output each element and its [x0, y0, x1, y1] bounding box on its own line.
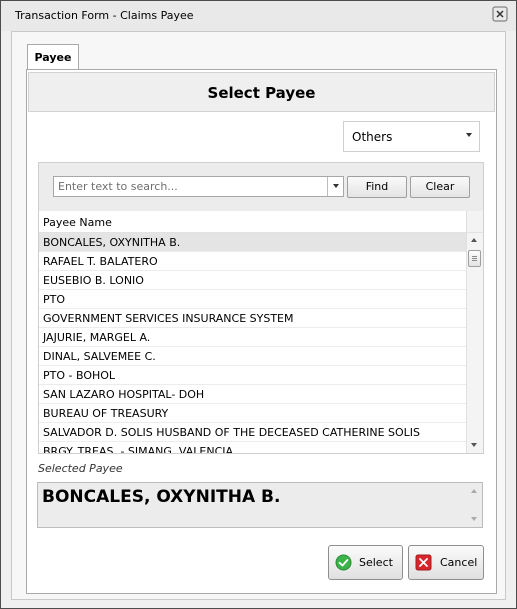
column-header-label: Payee Name [43, 216, 112, 229]
payee-name-cell: SAN LAZARO HOSPITAL- DOH [43, 388, 205, 401]
payee-name-cell: PTO [43, 293, 66, 306]
search-divider [327, 177, 328, 196]
column-header-filler [466, 211, 483, 233]
scroll-thumb[interactable] [468, 250, 481, 267]
table-row[interactable]: JAJURIE, MARGEL A. [39, 328, 466, 347]
grip-line [472, 258, 477, 259]
window-title: Transaction Form - Claims Payee [15, 9, 194, 22]
close-icon[interactable] [492, 6, 508, 22]
table-row[interactable]: SAN LAZARO HOSPITAL- DOH [39, 385, 466, 404]
tab-payee[interactable]: Payee [27, 44, 79, 70]
search-band: Find Clear [39, 163, 483, 211]
find-button[interactable]: Find [347, 176, 407, 198]
check-icon [335, 554, 352, 571]
chevron-down-icon[interactable] [333, 184, 339, 188]
search-input[interactable] [56, 178, 328, 195]
payee-grid: Find Clear Payee Name BONCALES, OXYNITHA… [38, 162, 484, 454]
cancel-button[interactable]: Cancel [408, 545, 484, 580]
selected-payee-label: Selected Payee [38, 462, 123, 475]
payee-name-cell: SALVADOR D. SOLIS HUSBAND OF THE DECEASE… [43, 426, 421, 439]
scroll-up-icon[interactable] [471, 238, 477, 242]
table-row[interactable]: PTO [39, 290, 466, 309]
payee-name-cell: PTO - BOHOL [43, 369, 116, 382]
scroll-up-icon[interactable] [471, 489, 477, 493]
table-row[interactable]: EUSEBIO B. LONIO [39, 271, 466, 290]
payee-name-cell: BONCALES, OXYNITHA B. [43, 236, 181, 249]
grip-line [472, 260, 477, 261]
selected-payee-value: BONCALES, OXYNITHA B. [42, 487, 281, 507]
table-row[interactable]: SALVADOR D. SOLIS HUSBAND OF THE DECEASE… [39, 423, 466, 442]
table-row[interactable]: PTO - BOHOL [39, 366, 466, 385]
payee-list: BONCALES, OXYNITHA B. RAFAEL T. BALATERO… [39, 233, 466, 453]
payee-name-cell: DINAL, SALVEMEE C. [43, 350, 156, 363]
payee-name-cell: JAJURIE, MARGEL A. [43, 331, 151, 344]
table-row[interactable]: BUREAU OF TREASURY [39, 404, 466, 423]
scroll-down-icon[interactable] [471, 517, 477, 521]
payee-type-dropdown[interactable]: Others [343, 121, 480, 152]
select-button-label: Select [359, 556, 393, 569]
selected-payee-scrollbar[interactable] [466, 483, 482, 527]
table-row[interactable]: BONCALES, OXYNITHA B. [39, 233, 466, 252]
search-combo[interactable] [53, 176, 344, 197]
scroll-down-icon[interactable] [471, 443, 477, 447]
title-bar[interactable]: Transaction Form - Claims Payee [1, 1, 516, 31]
cancel-icon [415, 554, 432, 571]
column-header-payee-name[interactable]: Payee Name [39, 211, 466, 233]
payee-name-cell: RAFAEL T. BALATERO [43, 255, 158, 268]
select-button[interactable]: Select [328, 545, 403, 580]
grid-scrollbar[interactable] [466, 233, 483, 453]
table-row[interactable]: GOVERNMENT SERVICES INSURANCE SYSTEM [39, 309, 466, 328]
clear-button[interactable]: Clear [410, 176, 470, 198]
page-title: Select Payee [207, 84, 316, 102]
payee-name-cell: BUREAU OF TREASURY [43, 407, 169, 420]
table-row[interactable]: DINAL, SALVEMEE C. [39, 347, 466, 366]
payee-name-cell: BRGY. TREAS. - SIMANG, VALENCIA [43, 445, 234, 453]
payee-type-value: Others [352, 130, 393, 144]
payee-name-cell: EUSEBIO B. LONIO [43, 274, 144, 287]
cancel-button-label: Cancel [440, 556, 478, 569]
selected-payee-field: BONCALES, OXYNITHA B. [37, 482, 483, 528]
grip-line [472, 256, 477, 257]
chevron-down-icon [466, 133, 472, 137]
payee-name-cell: GOVERNMENT SERVICES INSURANCE SYSTEM [43, 312, 294, 325]
header-band: Select Payee [28, 72, 495, 112]
table-row[interactable]: BRGY. TREAS. - SIMANG, VALENCIA [39, 442, 466, 453]
table-row[interactable]: RAFAEL T. BALATERO [39, 252, 466, 271]
